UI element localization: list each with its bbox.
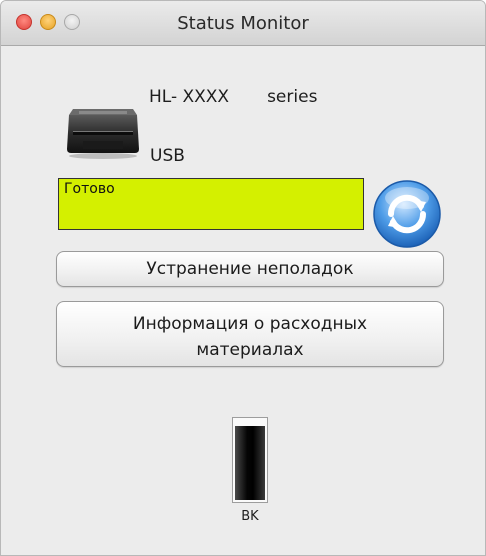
title-bar: Status Monitor (1, 1, 485, 46)
toner-level-bar (235, 426, 265, 500)
connection-interface: USB (150, 146, 185, 166)
supplies-info-button[interactable]: Информация о расходных материалах (56, 301, 444, 367)
window-title: Status Monitor (177, 13, 309, 34)
supplies-info-label-line2: материалах (196, 340, 304, 360)
printer-model: HL- XXXX series (149, 87, 317, 107)
status-monitor-window: Status Monitor HL- XXXX series USB Готово (0, 0, 486, 556)
toner-label: BK (241, 509, 259, 524)
refresh-icon (373, 180, 441, 248)
model-series: series (267, 87, 318, 107)
supplies-info-label-line1: Информация о расходных (132, 314, 368, 334)
model-name: HL- XXXX (149, 87, 230, 107)
printer-icon (67, 109, 139, 159)
refresh-button[interactable] (371, 178, 443, 250)
status-text: Готово (64, 181, 115, 197)
status-display: Готово (58, 178, 364, 230)
toner-gauge-frame (232, 417, 268, 503)
toner-gauge: BK (232, 417, 268, 524)
troubleshooting-button[interactable]: Устранение неполадок (56, 251, 444, 287)
